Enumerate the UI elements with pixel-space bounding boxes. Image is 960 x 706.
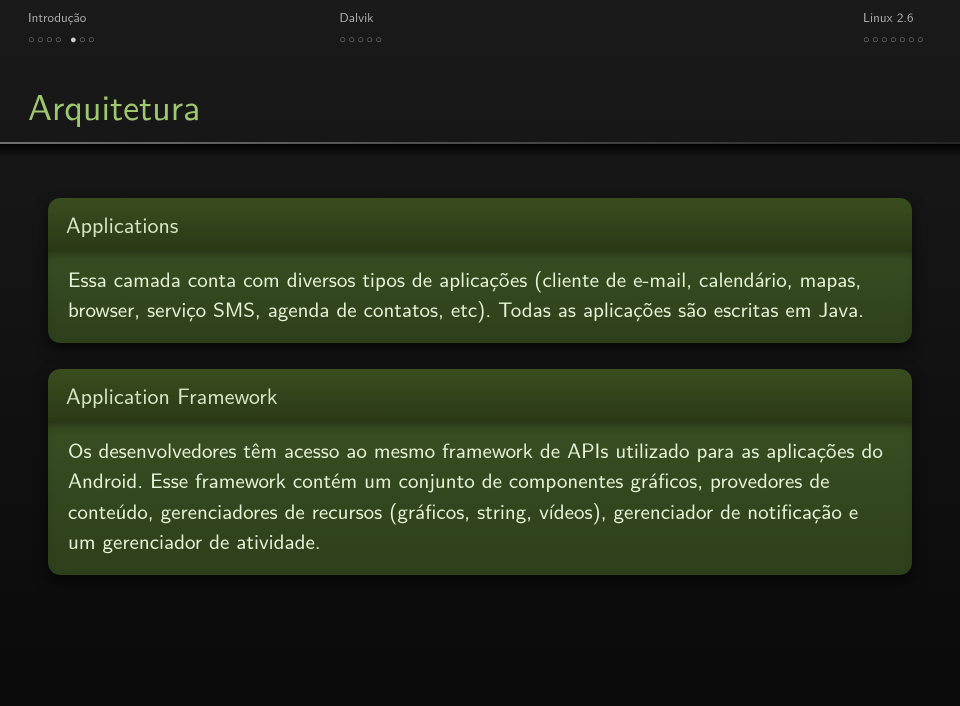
progress-dot-icon[interactable] [863,31,872,47]
block-body: Os desenvolvedores têm acesso ao mesmo f… [48,421,912,575]
block-application-framework: Application Framework Os desenvolvedores… [48,369,912,575]
slide-nav: Introdução Dalvik Linux 2.6 [0,0,960,51]
nav-progress-dots [339,31,390,47]
progress-dot-icon[interactable] [55,31,64,47]
slide-content: Applications Essa camada conta com diver… [0,158,960,575]
progress-dot-icon[interactable] [890,31,899,47]
nav-progress-dots [863,31,932,47]
progress-dot-icon[interactable] [28,31,37,47]
progress-dot-icon[interactable] [37,31,46,47]
nav-title: Linux 2.6 [863,8,932,27]
progress-dot-icon[interactable] [899,31,908,47]
progress-dot-icon[interactable] [881,31,890,47]
progress-dot-icon[interactable] [872,31,881,47]
block-applications: Applications Essa camada conta com diver… [48,198,912,343]
slide-title: Arquitetura [0,51,960,142]
nav-title: Introdução [28,8,103,27]
nav-section-dalvik[interactable]: Dalvik [339,8,390,47]
progress-dot-icon[interactable] [908,31,917,47]
nav-section-intro[interactable]: Introdução [28,8,103,47]
progress-dot-icon[interactable] [46,31,55,47]
progress-dot-current-icon[interactable] [70,31,79,47]
progress-dot-icon[interactable] [339,31,348,47]
nav-section-linux[interactable]: Linux 2.6 [863,8,932,47]
block-body: Essa camada conta com diversos tipos de … [48,250,912,343]
progress-dot-icon[interactable] [88,31,97,47]
progress-dot-icon[interactable] [917,31,926,47]
progress-dot-icon[interactable] [79,31,88,47]
nav-progress-dots [28,31,103,47]
progress-dot-icon[interactable] [348,31,357,47]
progress-dot-icon[interactable] [366,31,375,47]
title-shadow [0,144,960,158]
progress-dot-icon[interactable] [375,31,384,47]
progress-dot-icon[interactable] [357,31,366,47]
nav-title: Dalvik [339,8,390,27]
block-header: Applications [48,198,912,250]
block-header: Application Framework [48,369,912,421]
